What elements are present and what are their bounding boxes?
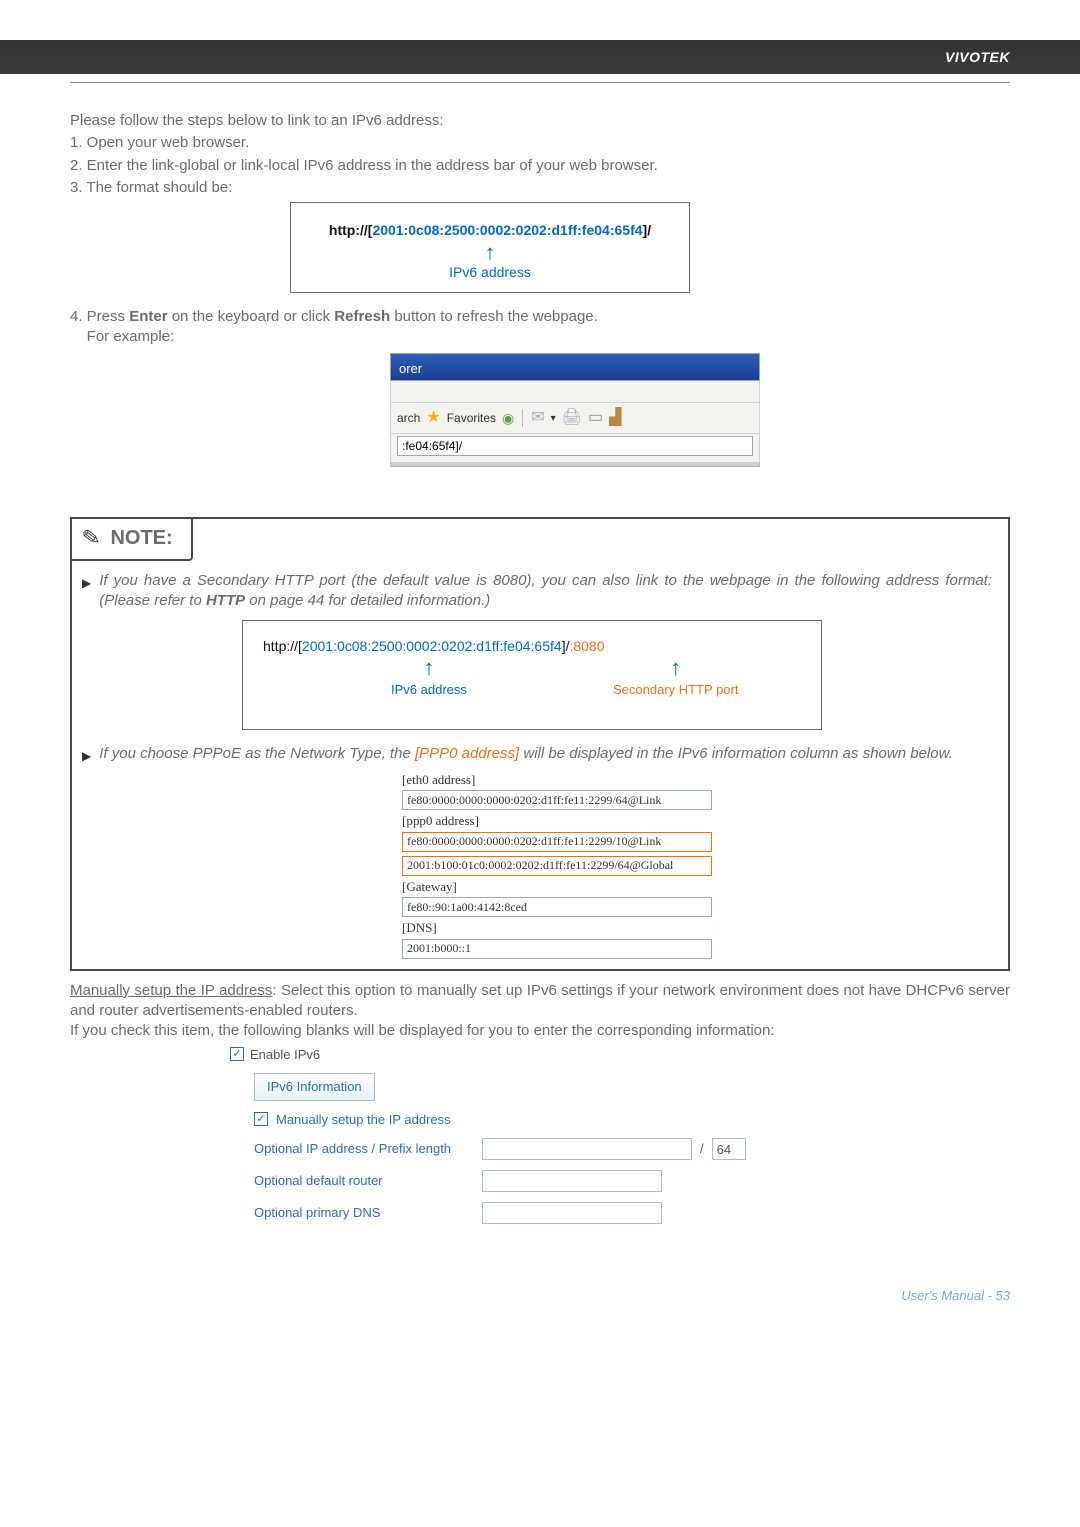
manual-setup-label: Manually setup the IP address: [276, 1111, 451, 1129]
url2-addr: 2001:0c08:2500:0002:0202:d1ff:fe04:65f4: [302, 638, 562, 654]
ie-toolbar-fav: Favorites: [447, 410, 496, 426]
optional-dns-label: Optional primary DNS: [254, 1204, 474, 1222]
url2-port: :8080: [569, 638, 604, 654]
url1-prefix: http://: [329, 222, 368, 238]
note-title: NOTE:: [110, 525, 172, 552]
enable-ipv6-label: Enable IPv6: [250, 1046, 320, 1064]
ie-menu-bar: [390, 381, 760, 403]
manual-setup-checkbox[interactable]: ✓: [254, 1112, 268, 1126]
url-format-box-1: http://[2001:0c08:2500:0002:0202:d1ff:fe…: [290, 202, 690, 293]
arrow-up-icon: ↑: [391, 661, 467, 674]
manual-setup-text: Manually setup the IP address: Select th…: [70, 981, 1010, 1042]
intro-lead: Please follow the steps below to link to…: [70, 111, 1010, 131]
toolbar-separator: [522, 409, 523, 427]
prefix-length-input[interactable]: [712, 1138, 746, 1160]
ppp0-value-1: [402, 832, 712, 852]
ppp0-label: [ppp0 address]: [402, 812, 992, 830]
ie-screenshot: orer arch ★ Favorites ◉ ✉ ▾ 🖨 ▭ ▟: [390, 353, 760, 467]
note-bullet-1: If you have a Secondary HTTP port (the d…: [99, 571, 992, 612]
press-text-e: button to refresh the webpage.: [390, 308, 598, 325]
press-example: For example:: [70, 327, 1010, 347]
press-enter: Enter: [129, 308, 167, 325]
note-box: ✎ NOTE: ▶ If you have a Secondary HTTP p…: [70, 517, 1010, 971]
optional-ip-input[interactable]: [482, 1138, 692, 1160]
url2-label-addr: IPv6 address: [391, 681, 467, 699]
favorites-star-icon: ★: [426, 407, 440, 429]
optional-router-input[interactable]: [482, 1170, 662, 1192]
intro-steps: Please follow the steps below to link to…: [70, 111, 1010, 198]
ipv6-info-column: [eth0 address] [ppp0 address] [Gateway] …: [402, 771, 992, 959]
enable-ipv6-checkbox[interactable]: ✓: [230, 1047, 244, 1061]
press-text-c: on the keyboard or click: [168, 308, 335, 325]
url2-label-port: Secondary HTTP port: [613, 681, 738, 699]
ie-address-bar: [390, 434, 760, 463]
url1-addr: 2001:0c08:2500:0002:0202:d1ff:fe04:65f4: [372, 222, 642, 238]
nb1b: HTTP: [206, 592, 245, 609]
ie-toolbar: arch ★ Favorites ◉ ✉ ▾ 🖨 ▭ ▟: [390, 403, 760, 434]
step-3: 3. The format should be:: [70, 178, 1010, 198]
ie-address-input[interactable]: [397, 436, 753, 456]
url-format-text-2: http://[2001:0c08:2500:0002:0202:d1ff:fe…: [263, 637, 811, 656]
media-icon: ◉: [502, 409, 514, 428]
arrow-up-icon: ↑: [613, 661, 738, 674]
url1-suffix: /: [647, 222, 651, 238]
optional-router-label: Optional default router: [254, 1172, 474, 1190]
pen-icon: ✎: [80, 522, 102, 554]
url-format-box-2: http://[2001:0c08:2500:0002:0202:d1ff:fe…: [242, 620, 822, 731]
messenger-icon: ▟: [609, 407, 621, 429]
url1-arrow-label: IPv6 address: [301, 263, 679, 282]
ie-title-bar: orer: [390, 353, 760, 381]
gateway-label: [Gateway]: [402, 878, 992, 896]
ie-bottom-rule: [390, 463, 760, 467]
nb2b: [PPP0 address]: [415, 745, 519, 762]
ppp0-value-2: [402, 856, 712, 876]
footer-text: User's Manual - 53: [901, 1288, 1010, 1303]
mail-icon: ✉: [531, 407, 544, 429]
nb2a: If you choose PPPoE as the Network Type,…: [99, 745, 415, 762]
note-tab: ✎ NOTE:: [70, 517, 193, 561]
eth0-value: [402, 790, 712, 810]
ie-toolbar-arch: arch: [397, 410, 420, 426]
manual-desc-2: If you check this item, the following bl…: [70, 1021, 1010, 1041]
nb1c: on page 44 for detailed information.): [245, 592, 490, 609]
press-text-a: 4. Press: [70, 308, 129, 325]
optional-dns-input[interactable]: [482, 1202, 662, 1224]
brand-logo: VIVOTEK: [945, 49, 1010, 65]
gateway-value: [402, 897, 712, 917]
step-1: 1. Open your web browser.: [70, 133, 1010, 153]
bullet-tri-icon: ▶: [82, 748, 91, 764]
press-refresh: Refresh: [334, 308, 390, 325]
nb2c: will be displayed in the IPv6 informatio…: [519, 745, 953, 762]
dns-label: [DNS]: [402, 919, 992, 937]
note-bullet-2: If you choose PPPoE as the Network Type,…: [99, 744, 953, 764]
page-footer: User's Manual - 53: [0, 1274, 1080, 1327]
url-format-text-1: http://[2001:0c08:2500:0002:0202:d1ff:fe…: [301, 221, 679, 240]
eth0-label: [eth0 address]: [402, 771, 992, 789]
arrow-up-icon: ↑: [301, 246, 679, 259]
dns-value: [402, 939, 712, 959]
dropdown-caret-icon: ▾: [551, 412, 556, 426]
ipv6-information-button[interactable]: IPv6 Information: [254, 1073, 375, 1101]
step-2: 2. Enter the link-global or link-local I…: [70, 156, 1010, 176]
step-4: 4. Press Enter on the keyboard or click …: [70, 307, 1010, 348]
print-icon: 🖨: [562, 407, 582, 429]
ipv6-config-panel: ✓ Enable IPv6 IPv6 Information ✓ Manuall…: [230, 1046, 1010, 1225]
url2-prefix: http://: [263, 638, 298, 654]
edit-icon: ▭: [588, 407, 603, 429]
prefix-slash: /: [700, 1140, 704, 1158]
manual-title: Manually setup the IP address: [70, 982, 272, 999]
optional-ip-label: Optional IP address / Prefix length: [254, 1140, 474, 1158]
bullet-tri-icon: ▶: [82, 575, 91, 612]
